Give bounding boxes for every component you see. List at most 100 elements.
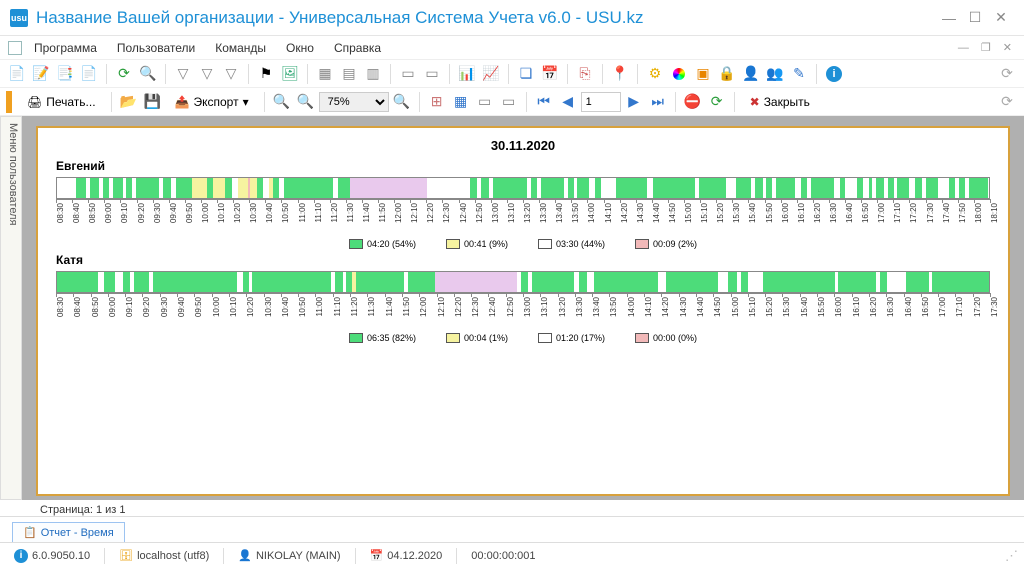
child-minimize-button[interactable]: — [954, 42, 973, 54]
status-date: 04.12.2020 [387, 550, 442, 562]
chart-icon[interactable]: 📊 [456, 63, 478, 85]
child-close-button[interactable]: ✕ [999, 41, 1016, 54]
print-button[interactable]: 🖨 Печать... [18, 91, 105, 113]
new-icon[interactable]: 📄 [6, 63, 28, 85]
time-axis: 08:3008:4008:5009:0009:1009:2009:3009:40… [56, 293, 990, 331]
cards-icon[interactable]: ▭ [397, 63, 419, 85]
report-toolbar: 🖨 Печать... 📂 💾 📤 Экспорт ▾ 🔍 🔍 75% 🔍 ⊞ … [0, 88, 1024, 116]
copy-doc-icon[interactable]: 📑 [54, 63, 76, 85]
export-button[interactable]: 📤 Экспорт ▾ [166, 91, 258, 113]
document-tabs: 📋 Отчет - Время [0, 516, 1024, 542]
exit-icon[interactable]: ⎘ [574, 63, 596, 85]
menu-help[interactable]: Справка [326, 39, 389, 57]
filter-clear-icon[interactable]: ▽ [196, 63, 218, 85]
tab-label: Отчет - Время [41, 527, 114, 539]
app-icon: usu [10, 9, 28, 27]
window-title: Название Вашей организации - Универсальн… [36, 8, 936, 28]
zoom-in-icon[interactable]: 🔍 [391, 91, 413, 113]
window-icon[interactable]: ❏ [515, 63, 537, 85]
side-tab-user-menu[interactable]: Меню пользователя [0, 116, 22, 500]
minimize-button[interactable]: — [936, 8, 962, 28]
refresh3-icon[interactable]: ⟳ [996, 91, 1018, 113]
menu-users[interactable]: Пользователи [109, 39, 203, 57]
search-icon[interactable]: 🔍 [137, 63, 159, 85]
close-window-button[interactable]: ✕ [988, 8, 1014, 28]
save-icon[interactable]: 💾 [142, 91, 164, 113]
status-counter: 00:00:00:001 [471, 550, 535, 562]
pin-icon[interactable]: 📍 [609, 63, 631, 85]
last-page-icon[interactable]: ⏭ [647, 91, 669, 113]
rss-icon[interactable]: ▣ [692, 63, 714, 85]
user-name-label: Катя [56, 253, 990, 267]
cards2-icon[interactable]: ▭ [421, 63, 443, 85]
delete-doc-icon[interactable]: 📄 [78, 63, 100, 85]
picture-icon[interactable]: 🖼 [279, 63, 301, 85]
statusbar: i6.0.9050.10 🗄localhost (utf8) 👤NIKOLAY … [0, 542, 1024, 568]
list2-icon[interactable]: ▤ [338, 63, 360, 85]
zoom-select[interactable]: 75% [319, 92, 389, 112]
menu-commands[interactable]: Команды [207, 39, 274, 57]
toolbar-grip [6, 91, 12, 113]
user-name-label: Евгений [56, 159, 990, 173]
report-page: 30.11.2020 Евгений 08:3008:4008:5009:0009… [36, 126, 1010, 496]
close-label: Закрыть [764, 95, 810, 109]
status-host: localhost (utf8) [137, 550, 209, 562]
page-icon[interactable]: ▭ [474, 91, 496, 113]
calendar-icon[interactable]: 📅 [539, 63, 561, 85]
multi-page-icon[interactable]: ▭ [498, 91, 520, 113]
menu-icon [8, 41, 22, 55]
gear-icon[interactable]: ⚙ [644, 63, 666, 85]
filter-icon[interactable]: ▽ [172, 63, 194, 85]
wand-icon[interactable]: ✎ [788, 63, 810, 85]
close-report-button[interactable]: ✖ Закрыть [741, 91, 819, 113]
first-page-icon[interactable]: ⏮ [533, 91, 555, 113]
activity-timeline [56, 271, 990, 293]
export-label: Экспорт [194, 95, 239, 109]
page-input[interactable] [581, 92, 621, 112]
flag-icon[interactable]: ⚑ [255, 63, 277, 85]
list3-icon[interactable]: ▥ [362, 63, 384, 85]
page-indicator: Страница: 1 из 1 [0, 500, 1024, 516]
calendar-status-icon: 📅 [370, 549, 384, 562]
menu-program[interactable]: Программа [26, 39, 105, 57]
zoom-out-icon[interactable]: 🔍 [271, 91, 293, 113]
timeline-legend: 04:20 (54%)00:41 (9%)03:30 (44%)00:09 (2… [56, 239, 990, 249]
info-status-icon: i [14, 549, 28, 563]
chart2-icon[interactable]: 📈 [480, 63, 502, 85]
thumbs-icon[interactable]: ▦ [450, 91, 472, 113]
user-timeline-block: Катя 08:3008:4008:5009:0009:1009:2009:300… [56, 253, 990, 343]
open-icon[interactable]: 📂 [118, 91, 140, 113]
stop-icon[interactable]: ⛔ [682, 91, 704, 113]
reload-icon[interactable]: ⟳ [706, 91, 728, 113]
refresh2-icon[interactable]: ⟳ [996, 63, 1018, 85]
zoom-fit-icon[interactable]: 🔍 [295, 91, 317, 113]
tree-icon[interactable]: ⊞ [426, 91, 448, 113]
main-toolbar: 📄 📝 📑 📄 ⟳ 🔍 ▽ ▽ ▽ ⚑ 🖼 ▦ ▤ ▥ ▭ ▭ 📊 📈 ❏ 📅 … [0, 60, 1024, 88]
list1-icon[interactable]: ▦ [314, 63, 336, 85]
info-icon[interactable]: i [823, 63, 845, 85]
time-axis: 08:3008:4008:5009:0009:1009:2009:3009:40… [56, 199, 990, 237]
maximize-button[interactable]: ☐ [962, 8, 988, 28]
lock-icon[interactable]: 🔒 [716, 63, 738, 85]
user-timeline-block: Евгений 08:3008:4008:5009:0009:1009:2009:… [56, 159, 990, 249]
filter-drop-icon[interactable]: ▽ [220, 63, 242, 85]
status-version: 6.0.9050.10 [32, 550, 90, 562]
menu-window[interactable]: Окно [278, 39, 322, 57]
print-label: Печать... [46, 95, 95, 109]
child-restore-button[interactable]: ❐ [977, 41, 995, 54]
tab-report-time[interactable]: 📋 Отчет - Время [12, 522, 125, 542]
titlebar: usu Название Вашей организации - Универс… [0, 0, 1024, 36]
edit-icon[interactable]: 📝 [30, 63, 52, 85]
user-status-icon: 👤 [238, 549, 252, 562]
users-icon[interactable]: 👥 [764, 63, 786, 85]
user-icon[interactable]: 👤 [740, 63, 762, 85]
prev-page-icon[interactable]: ◀ [557, 91, 579, 113]
report-tab-icon: 📋 [23, 526, 37, 539]
report-date: 30.11.2020 [56, 138, 990, 153]
color-icon[interactable] [668, 63, 690, 85]
timeline-legend: 06:35 (82%)00:04 (1%)01:20 (17%)00:00 (0… [56, 333, 990, 343]
next-page-icon[interactable]: ▶ [623, 91, 645, 113]
resize-grip[interactable]: ⋰ [1005, 548, 1016, 564]
refresh-icon[interactable]: ⟳ [113, 63, 135, 85]
status-user: NIKOLAY (MAIN) [256, 550, 341, 562]
